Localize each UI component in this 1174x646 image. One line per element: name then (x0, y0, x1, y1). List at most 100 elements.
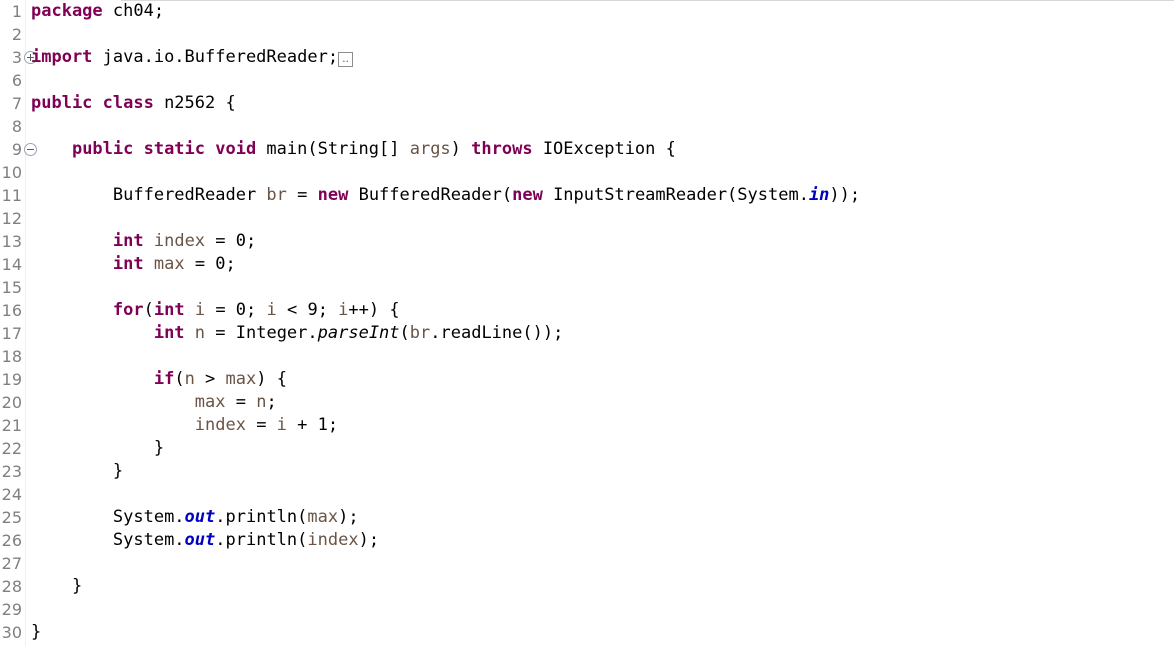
line-number: 25 (1, 508, 22, 527)
code-editor[interactable]: 1 package ch04; 2 3 import java.io.BufferedR… (0, 0, 1174, 646)
code-line[interactable]: 12 (0, 207, 1174, 230)
code-token: i (266, 300, 277, 320)
code-token: args (409, 139, 451, 159)
code-line[interactable]: 10 (0, 161, 1174, 184)
code-token: .println( (215, 507, 308, 527)
code-token: = (286, 185, 318, 205)
code-line[interactable]: 18 (0, 345, 1174, 368)
line-number: 23 (1, 462, 22, 481)
code-token: = 0; (205, 300, 267, 320)
code-line[interactable]: 14 int max = 0; (0, 253, 1174, 276)
line-number: 2 (11, 25, 22, 44)
code-line[interactable]: 20 max = n; (0, 391, 1174, 414)
code-token: out (184, 507, 216, 527)
code-line[interactable]: 7 public class n2562 { (0, 92, 1174, 115)
code-token: main(String[] (256, 139, 410, 159)
line-number: 16 (1, 301, 22, 320)
code-line-text: } (31, 437, 164, 460)
code-line[interactable]: 1 package ch04; (0, 0, 1174, 23)
code-line[interactable]: 30} (0, 621, 1174, 644)
line-number: 12 (1, 209, 22, 228)
line-number: 15 (1, 278, 22, 297)
code-line[interactable]: 19 if(n > max) { (0, 368, 1174, 391)
code-line[interactable]: 8 (0, 115, 1174, 138)
code-line-text: } (31, 621, 41, 644)
line-number: 19 (1, 370, 22, 389)
code-line[interactable]: 26 System.out.println(index); (0, 529, 1174, 552)
code-token: = 0; (205, 231, 257, 251)
line-number: 18 (1, 347, 22, 366)
code-token: ) { (256, 369, 287, 389)
line-number: 14 (1, 255, 22, 274)
code-token: BufferedReader( (348, 185, 513, 205)
code-token: ); (338, 507, 359, 527)
code-token: } (112, 461, 124, 481)
code-token: System. (112, 507, 185, 527)
code-line[interactable]: 6 (0, 69, 1174, 92)
code-token: < 9; (276, 300, 339, 320)
code-token: InputStreamReader(System. (542, 185, 809, 205)
code-line[interactable]: 13 int index = 0; (0, 230, 1174, 253)
code-token: index (307, 530, 359, 550)
line-number: 1 (11, 2, 22, 21)
code-line[interactable]: 17 int n = Integer.parseInt(br.readLine(… (0, 322, 1174, 345)
code-token: ch04; (102, 1, 165, 21)
code-line[interactable]: 22 } (0, 437, 1174, 460)
code-line[interactable]: 9 public static void main(String[] args)… (0, 138, 1174, 161)
code-token: = (245, 415, 277, 435)
line-number: 21 (1, 416, 22, 435)
code-token: index (194, 415, 246, 435)
code-token: IOException { (532, 139, 676, 159)
code-token: .println( (215, 530, 308, 550)
code-line[interactable]: 2 (0, 23, 1174, 46)
code-text-area[interactable]: 1 package ch04; 2 3 import java.io.BufferedR… (0, 0, 1174, 646)
code-line[interactable]: 16 for(int i = 0; i < 9; i++) { (0, 299, 1174, 322)
code-line-text: System.out.println(max); (31, 506, 359, 529)
code-line-text: int index = 0; (31, 230, 256, 253)
code-line-text: if(n > max) { (31, 368, 287, 391)
code-line[interactable]: 24 (0, 483, 1174, 506)
code-token: + 1; (286, 415, 339, 435)
code-token: max (153, 254, 185, 274)
code-token: } (153, 438, 165, 458)
code-token: n (184, 369, 195, 389)
code-line[interactable]: 3 import java.io.BufferedReader;.. (0, 46, 1174, 69)
code-line[interactable]: 11 BufferedReader br = new BufferedReade… (0, 184, 1174, 207)
code-token: System. (112, 530, 185, 550)
code-token: br (266, 185, 287, 205)
line-number: 6 (11, 71, 22, 90)
code-token: new (512, 185, 543, 205)
code-line-text: } (31, 460, 123, 483)
code-token: throws (471, 139, 533, 159)
code-token: ( (143, 300, 154, 320)
code-token: > (194, 369, 226, 389)
code-line-text: int max = 0; (31, 253, 236, 276)
code-token: package (31, 1, 103, 21)
code-token: BufferedReader (112, 185, 267, 205)
code-token: ( (174, 369, 185, 389)
code-token: public static void (71, 139, 257, 159)
code-token: new (317, 185, 349, 205)
code-token: in (808, 185, 830, 205)
code-token: = Integer. (205, 323, 318, 343)
line-number: 3 (11, 48, 22, 67)
code-line[interactable]: 25 System.out.println(max); (0, 506, 1174, 529)
code-token: max (194, 392, 226, 412)
code-line[interactable]: 27 (0, 552, 1174, 575)
code-line[interactable]: 15 (0, 276, 1174, 299)
line-number: 24 (1, 485, 22, 504)
collapsed-code-indicator[interactable]: .. (338, 51, 354, 67)
line-number: 28 (1, 577, 22, 596)
line-number: 22 (1, 439, 22, 458)
line-number: 9 (11, 140, 22, 159)
code-line[interactable]: 29 (0, 598, 1174, 621)
code-line[interactable]: 28 } (0, 575, 1174, 598)
code-line[interactable]: 21 index = i + 1; (0, 414, 1174, 437)
code-line-text: System.out.println(index); (31, 529, 379, 552)
code-line[interactable]: 23 } (0, 460, 1174, 483)
code-token: public class (31, 93, 154, 113)
code-token: index (153, 231, 206, 251)
